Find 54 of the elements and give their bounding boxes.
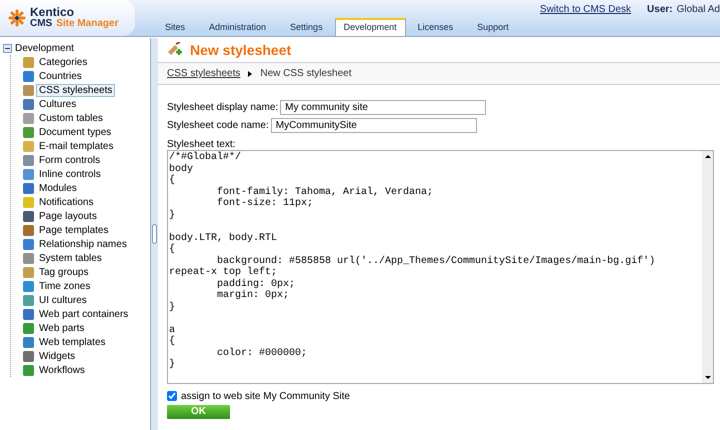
- user-label: User:: [647, 2, 673, 16]
- tree-item[interactable]: Form controls: [36, 154, 104, 166]
- logo-product: CMS: [30, 18, 52, 30]
- code-name-field[interactable]: MyCommunitySite: [270, 118, 477, 133]
- tree-item[interactable]: Countries: [36, 70, 85, 82]
- user-name: Global Ad: [676, 2, 720, 16]
- tree-item[interactable]: E-mail templates: [36, 140, 116, 152]
- scrollbar[interactable]: [702, 151, 713, 383]
- tree-item[interactable]: UI cultures: [36, 294, 90, 306]
- star-logo-icon: [8, 9, 26, 27]
- page-title: New stylesheet: [190, 40, 292, 60]
- tree-item[interactable]: Web templates: [36, 336, 109, 348]
- code-name-label: Stylesheet code name:: [167, 119, 270, 133]
- tree-item[interactable]: Inline controls: [36, 168, 104, 180]
- logo-product-name: Site Manager: [56, 18, 118, 30]
- tree-item[interactable]: Time zones: [36, 280, 94, 292]
- tree-item[interactable]: Workflows: [36, 364, 88, 376]
- tree-item[interactable]: Widgets: [36, 350, 78, 362]
- brush-add-icon: [166, 42, 182, 58]
- nav-tab[interactable]: Sites: [153, 20, 198, 36]
- tree-item[interactable]: Relationship names: [36, 238, 130, 250]
- display-name-label: Stylesheet display name:: [167, 101, 280, 115]
- tree-item[interactable]: Document types: [36, 126, 114, 138]
- nav-tab[interactable]: Administration: [197, 20, 278, 36]
- tree-item[interactable]: Web parts: [36, 322, 88, 334]
- breadcrumb-arrow-icon: [248, 70, 252, 76]
- assign-label: assign to web site My Community Site: [181, 390, 350, 404]
- tree-item[interactable]: System tables: [36, 252, 105, 264]
- stylesheet-text-field[interactable]: [167, 150, 714, 384]
- tree-item[interactable]: Modules: [36, 182, 80, 194]
- tree-item[interactable]: Cultures: [36, 98, 80, 110]
- tree-item[interactable]: Web part containers: [36, 308, 132, 320]
- collapse-handle[interactable]: [152, 224, 157, 244]
- breadcrumb-link[interactable]: CSS stylesheets: [167, 66, 240, 81]
- tree-item[interactable]: Notifications: [36, 196, 96, 208]
- nav-tab[interactable]: Licenses: [406, 20, 466, 36]
- logo-name: Kentico: [30, 6, 76, 18]
- tree-item[interactable]: Page templates: [36, 224, 112, 236]
- nav-tab[interactable]: Settings: [278, 20, 335, 36]
- tree-item[interactable]: Page layouts: [36, 210, 100, 222]
- tree-item[interactable]: Tag groups: [36, 266, 92, 278]
- nav-tab[interactable]: Support: [465, 20, 521, 36]
- stylesheet-text-label: Stylesheet text:: [167, 138, 236, 150]
- tree-item[interactable]: Custom tables: [36, 112, 106, 124]
- nav-tab[interactable]: Development: [334, 18, 406, 36]
- assign-checkbox[interactable]: [167, 391, 177, 401]
- breadcrumb-current: New CSS stylesheet: [260, 67, 352, 81]
- switch-desk-link[interactable]: Switch to CMS Desk: [540, 2, 632, 16]
- tree-item[interactable]: CSS stylesheets: [36, 84, 116, 96]
- tree-item[interactable]: Categories: [36, 56, 90, 68]
- display-name-field[interactable]: My community site: [280, 100, 486, 115]
- tree-root-label[interactable]: Development: [15, 40, 74, 56]
- code-text: /*#Global#*/ body { font-family: Tahoma, Arial, Verdana; font-size: 11px; } body.LTR, body.RTL { background: #585858 url('../App_Themes/CommunitySite/Images/main-bg.gif') repeat-x top left; padding: 0px; margin: 0px; } a { color: #000000; }: [168, 151, 656, 372]
- collapse-toggle[interactable]: [3, 44, 12, 52]
